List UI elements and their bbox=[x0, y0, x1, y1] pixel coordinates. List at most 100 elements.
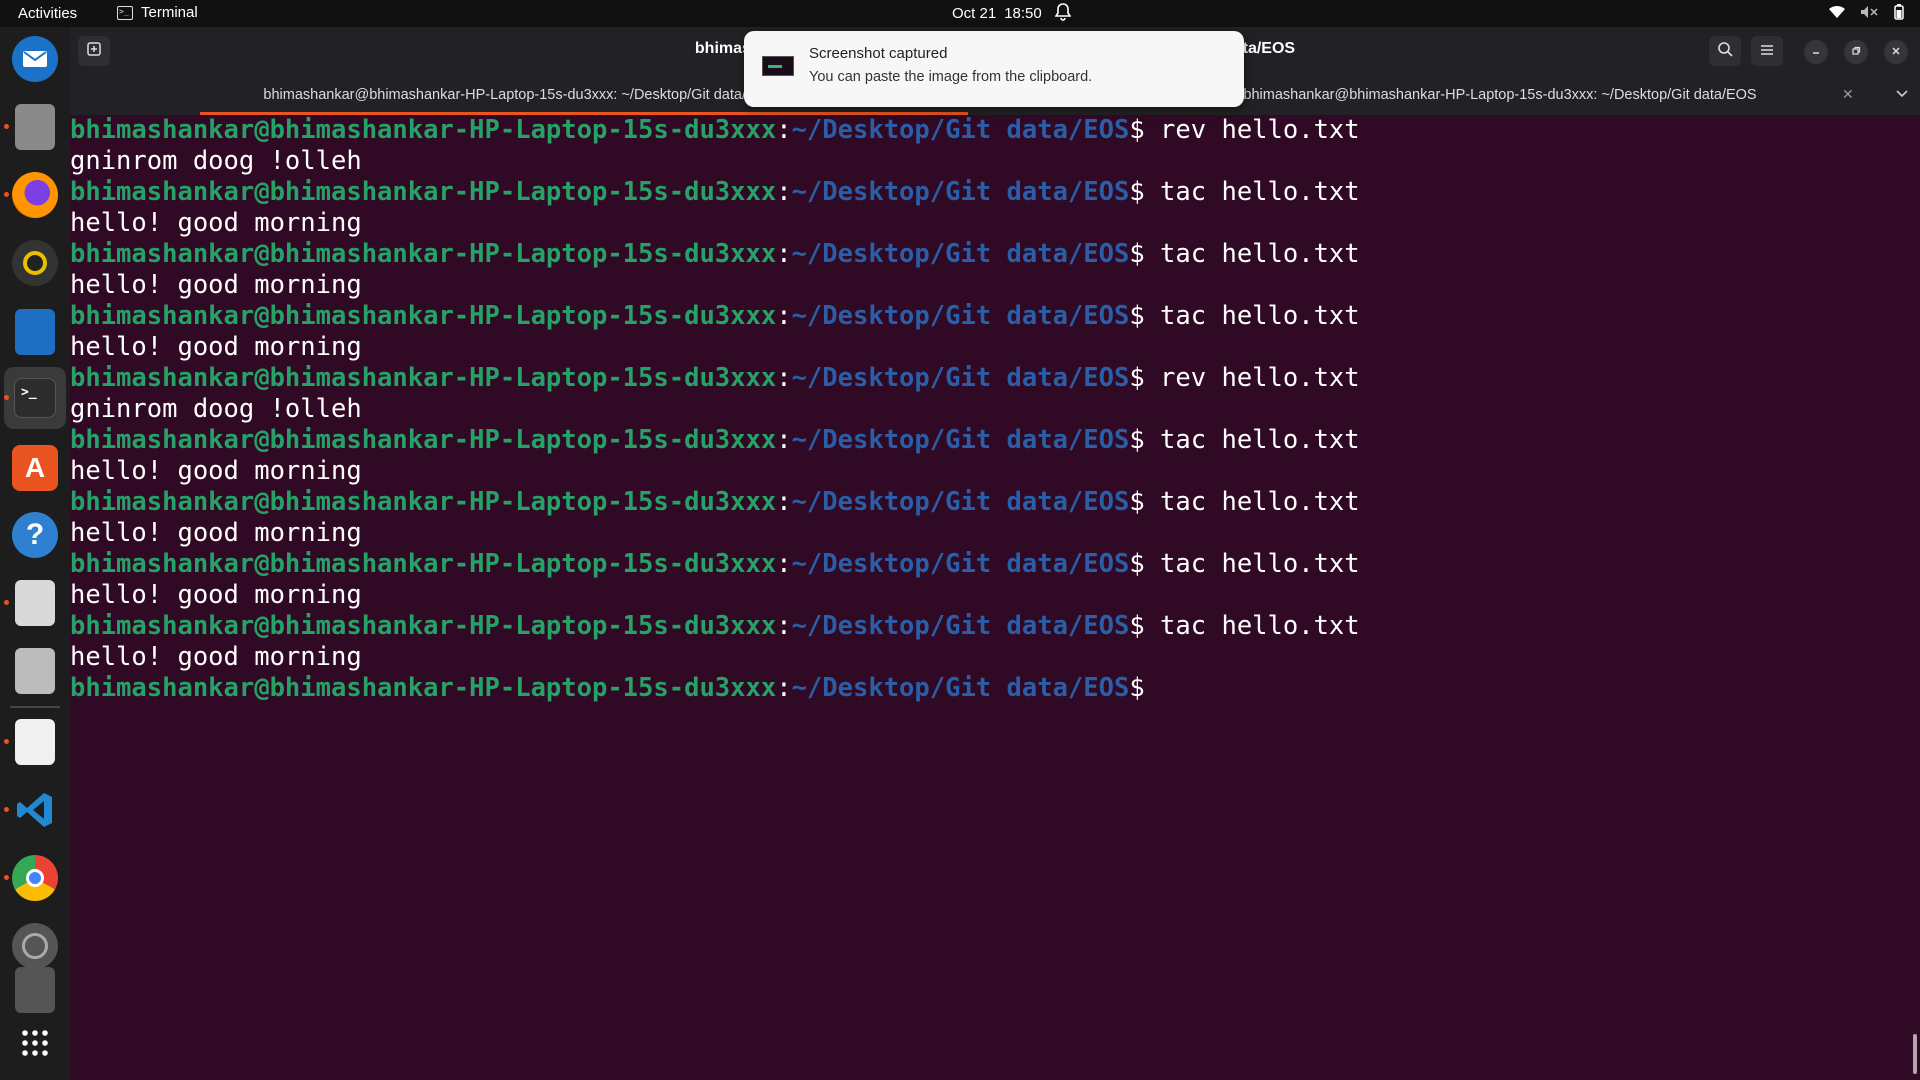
prompt-line: bhimashankar@bhimashankar-HP-Laptop-15s-… bbox=[70, 363, 1920, 394]
dock: >_ A? bbox=[0, 27, 70, 1080]
minimize-button[interactable] bbox=[1804, 40, 1828, 64]
prompt-user: bhimashankar@bhimashankar-HP-Laptop-15s-… bbox=[70, 363, 777, 393]
output-line: gninrom doog !olleh bbox=[70, 146, 362, 176]
prompt-colon: : bbox=[776, 425, 792, 455]
volume-muted-icon bbox=[1860, 5, 1878, 23]
prompt-line: bhimashankar@bhimashankar-HP-Laptop-15s-… bbox=[70, 425, 1920, 456]
tab-2-label: bhimashankar@bhimashankar-HP-Laptop-15s-… bbox=[1243, 87, 1757, 103]
thunderbird-icon bbox=[12, 36, 58, 82]
prompt-user: bhimashankar@bhimashankar-HP-Laptop-15s-… bbox=[70, 301, 777, 331]
help-icon: ? bbox=[12, 512, 58, 558]
dock-item-text-editor[interactable] bbox=[4, 717, 60, 767]
prompt-path: ~/Desktop/Git data/EOS bbox=[791, 549, 1130, 579]
dock-item-terminal[interactable]: >_ bbox=[4, 367, 66, 429]
dock-item-app-center[interactable]: A bbox=[10, 443, 60, 493]
dock-item-chrome[interactable] bbox=[4, 853, 60, 903]
command-text: tac hello.txt bbox=[1144, 487, 1360, 517]
prompt-path: ~/Desktop/Git data/EOS bbox=[791, 239, 1130, 269]
close-window-button[interactable] bbox=[1884, 40, 1908, 64]
writer-icon bbox=[15, 309, 55, 355]
terminal-output[interactable]: bhimashankar@bhimashankar-HP-Laptop-15s-… bbox=[70, 115, 1920, 1080]
running-indicator bbox=[4, 875, 9, 880]
search-icon bbox=[1717, 41, 1733, 61]
prompt-colon: : bbox=[776, 549, 792, 579]
output-line: hello! good morning bbox=[70, 642, 362, 672]
prompt-colon: : bbox=[776, 487, 792, 517]
output-line: hello! good morning bbox=[70, 580, 362, 610]
system-tray[interactable] bbox=[1828, 4, 1906, 24]
prompt-colon: : bbox=[776, 115, 792, 145]
prompt-user: bhimashankar@bhimashankar-HP-Laptop-15s-… bbox=[70, 487, 777, 517]
vscode-icon bbox=[12, 787, 58, 833]
wifi-icon bbox=[1828, 5, 1846, 23]
disk-icon bbox=[12, 923, 58, 969]
restore-button[interactable] bbox=[1844, 40, 1868, 64]
command-text: tac hello.txt bbox=[1144, 239, 1360, 269]
prompt-path: ~/Desktop/Git data/EOS bbox=[791, 363, 1130, 393]
command-text: tac hello.txt bbox=[1144, 549, 1360, 579]
prompt-colon: : bbox=[776, 301, 792, 331]
minimize-icon bbox=[1811, 45, 1821, 59]
output-line: hello! good morning bbox=[70, 332, 362, 362]
dock-item-drive[interactable] bbox=[10, 965, 60, 1015]
prompt-user: bhimashankar@bhimashankar-HP-Laptop-15s-… bbox=[70, 425, 777, 455]
app-center-icon: A bbox=[12, 445, 58, 491]
drive-icon bbox=[15, 967, 55, 1013]
screenshot-thumbnail bbox=[762, 56, 794, 76]
prompt-path: ~/Desktop/Git data/EOS bbox=[791, 673, 1130, 703]
terminal-window: bhimashankar@bhimashankar-HP-Laptop-15s-… bbox=[70, 27, 1920, 1080]
command-text: rev hello.txt bbox=[1144, 115, 1360, 145]
dock-item-rhythmbox[interactable] bbox=[10, 238, 60, 288]
running-indicator bbox=[4, 807, 9, 812]
dock-item-help[interactable]: ? bbox=[10, 510, 60, 560]
dock-item-image-viewer[interactable] bbox=[10, 646, 60, 696]
prompt-dollar: $ bbox=[1129, 487, 1145, 517]
notification-title: Screenshot captured bbox=[809, 45, 948, 62]
restore-icon bbox=[1851, 45, 1861, 59]
dock-item-files[interactable] bbox=[4, 102, 60, 152]
tab-1-label: bhimashankar@bhimashankar-HP-Laptop-15s-… bbox=[263, 87, 777, 103]
app-menu-button[interactable]: >_ Terminal bbox=[117, 4, 198, 21]
tab-2[interactable]: bhimashankar@bhimashankar-HP-Laptop-15s-… bbox=[1200, 75, 1800, 115]
dock-item-firefox[interactable] bbox=[4, 170, 60, 220]
prompt-colon: : bbox=[776, 611, 792, 641]
dock-item-thunderbird[interactable] bbox=[10, 34, 60, 84]
prompt-line: bhimashankar@bhimashankar-HP-Laptop-15s-… bbox=[70, 549, 1920, 580]
prompt-path: ~/Desktop/Git data/EOS bbox=[791, 611, 1130, 641]
clock-button[interactable]: Oct 21 18:50 bbox=[952, 5, 1042, 22]
prompt-user: bhimashankar@bhimashankar-HP-Laptop-15s-… bbox=[70, 673, 777, 703]
dock-item-disk[interactable] bbox=[10, 921, 60, 971]
prompt-user: bhimashankar@bhimashankar-HP-Laptop-15s-… bbox=[70, 611, 777, 641]
command-text: tac hello.txt bbox=[1144, 611, 1360, 641]
hamburger-menu-icon bbox=[1760, 43, 1774, 60]
scrollbar-thumb[interactable] bbox=[1913, 1034, 1917, 1074]
dock-item-vscode[interactable] bbox=[4, 785, 60, 835]
chevron-down-icon[interactable] bbox=[1896, 85, 1908, 101]
notification-bell-icon bbox=[1054, 3, 1072, 25]
output-line: hello! good morning bbox=[70, 456, 362, 486]
dock-item-writer[interactable] bbox=[10, 307, 60, 357]
dock-item-show-apps[interactable] bbox=[10, 1018, 60, 1068]
prompt-dollar: $ bbox=[1129, 301, 1145, 331]
main-menu-button[interactable] bbox=[1751, 36, 1783, 66]
prompt-line: bhimashankar@bhimashankar-HP-Laptop-15s-… bbox=[70, 239, 1920, 270]
command-text: rev hello.txt bbox=[1144, 363, 1360, 393]
screenshot-notification[interactable]: Screenshot captured You can paste the im… bbox=[744, 31, 1244, 107]
tab-close-icon[interactable]: ✕ bbox=[1842, 86, 1854, 103]
chrome-icon bbox=[12, 855, 58, 901]
search-button[interactable] bbox=[1709, 36, 1741, 66]
dock-item-document-viewer[interactable] bbox=[4, 578, 60, 628]
prompt-dollar: $ bbox=[1129, 549, 1145, 579]
close-icon bbox=[1891, 45, 1901, 59]
prompt-line: bhimashankar@bhimashankar-HP-Laptop-15s-… bbox=[70, 301, 1920, 332]
running-indicator bbox=[4, 192, 9, 197]
output-line: hello! good morning bbox=[70, 270, 362, 300]
prompt-colon: : bbox=[776, 363, 792, 393]
activities-button[interactable]: Activities bbox=[18, 5, 77, 22]
prompt-dollar: $ bbox=[1129, 673, 1145, 703]
show-apps-icon bbox=[12, 1020, 58, 1066]
output-line: hello! good morning bbox=[70, 518, 362, 548]
output-line: gninrom doog !olleh bbox=[70, 394, 362, 424]
command-text: tac hello.txt bbox=[1144, 301, 1360, 331]
prompt-line: bhimashankar@bhimashankar-HP-Laptop-15s-… bbox=[70, 115, 1920, 146]
